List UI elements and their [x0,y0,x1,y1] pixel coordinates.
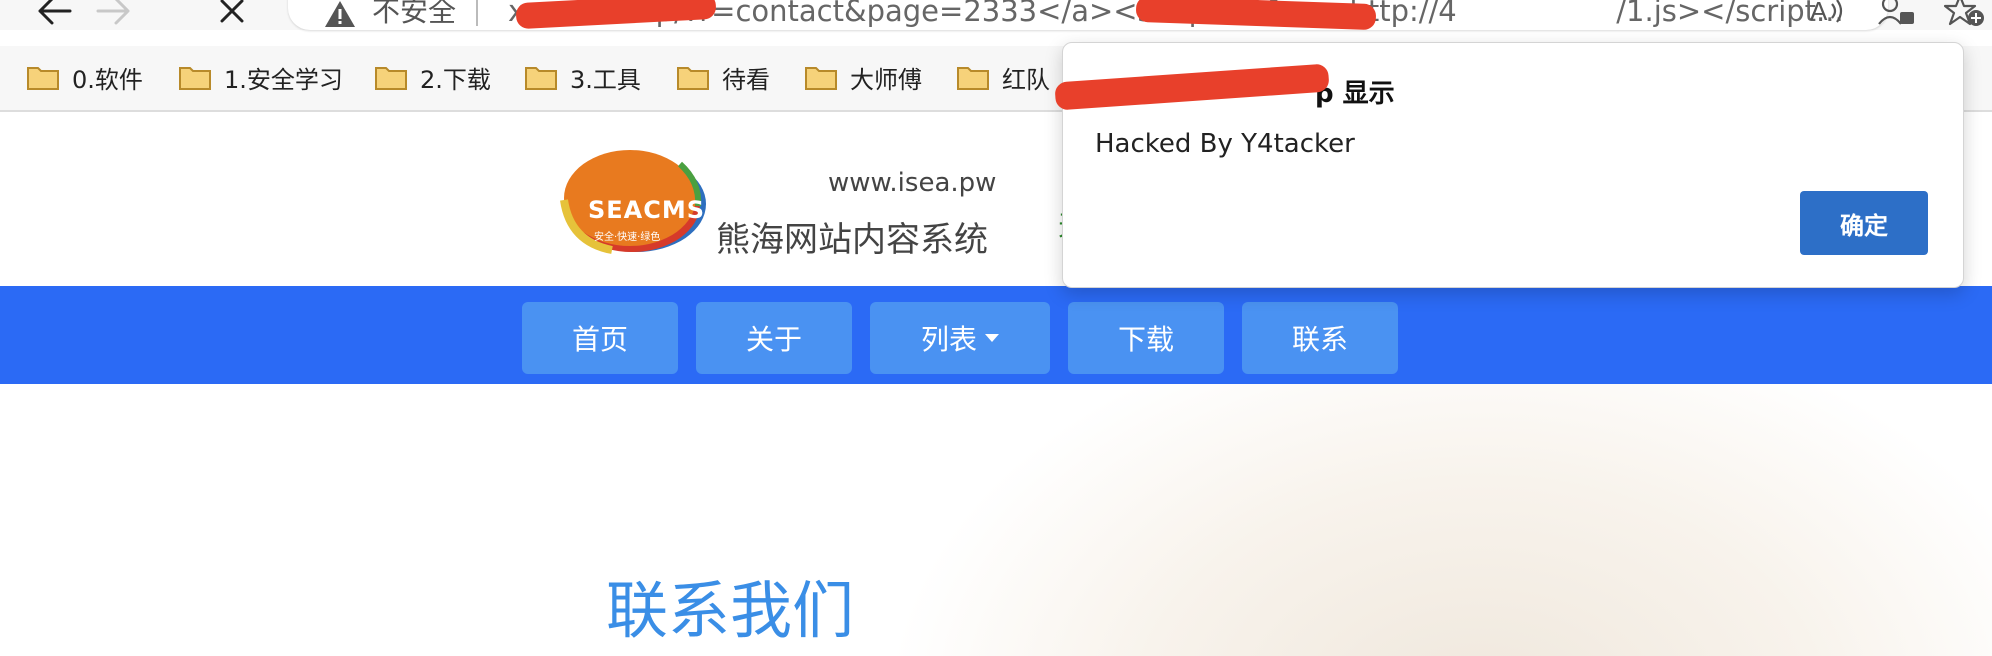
bookmark-label: 0.软件 [72,65,143,94]
bookmark-folder[interactable]: 待看 [676,60,770,94]
nav-list-dropdown[interactable]: 列表 [870,302,1050,374]
bookmark-folder[interactable]: 1.安全学习 [178,60,343,94]
site-name: 熊海网站内容系统 [716,220,988,260]
bookmark-label: 2.下载 [420,65,491,94]
nav-label: 首页 [571,323,628,356]
bookmark-folder[interactable]: 2.下载 [374,60,491,94]
ok-button[interactable]: 确定 [1800,191,1928,255]
insecure-label[interactable]: 不安全 [372,0,456,26]
nav-label: 列表 [920,323,977,356]
nav-label: 下载 [1117,323,1174,356]
folder-icon [375,67,407,90]
profile-button[interactable] [1876,0,1916,32]
page-title: 联系我们 [606,574,855,647]
folder-icon [179,67,211,90]
bookmark-folder[interactable]: 红队 [956,60,1050,94]
nav-download[interactable]: 下载 [1068,302,1224,374]
bookmark-label: 1.安全学习 [224,65,343,94]
folder-icon [525,67,557,90]
address-bar[interactable]: 不安全 x p/?r=contact&page=2333</a><script%… [288,0,1888,32]
forward-button[interactable] [94,0,134,30]
warning-icon [324,0,356,32]
nav-label: 联系 [1291,323,1348,356]
main-nav: 首页 关于 列表 下载 联系 [0,286,1992,384]
caret-down-icon [985,334,999,342]
browser-toolbar: 不安全 x p/?r=contact&page=2333</a><script%… [0,0,1992,32]
svg-text:A: A [1810,0,1828,26]
close-icon [220,0,244,23]
nav-label: 关于 [745,323,802,356]
bookmark-label: 红队 [1002,65,1050,94]
site-url: www.isea.pw [828,168,997,198]
forward-arrow-icon [96,0,130,25]
favorites-button[interactable] [1943,0,1988,32]
folder-icon [27,67,59,90]
bookmark-label: 待看 [722,65,770,94]
bookmark-label: 大师傅 [850,65,922,94]
address-separator [476,0,478,26]
stop-button[interactable] [212,0,252,30]
folder-icon [805,67,837,90]
nav-home[interactable]: 首页 [522,302,678,374]
folder-icon [677,67,709,90]
folder-icon [957,67,989,90]
back-arrow-icon [38,0,72,25]
profile-icon [1878,0,1914,25]
nav-about[interactable]: 关于 [696,302,852,374]
logo-subtext: 安全·快速·绿色 [594,232,661,243]
dialog-message: Hacked By Y4tacker [1095,129,1355,159]
star-add-icon [1943,0,1984,26]
bookmark-folder[interactable]: 3.工具 [524,60,641,94]
content-area: 联系我们 [0,384,1992,656]
bookmark-folder[interactable]: 大师傅 [804,60,922,94]
nav-contact[interactable]: 联系 [1242,302,1398,374]
read-aloud-button[interactable]: A [1808,0,1848,32]
bookmark-folder[interactable]: 0.软件 [26,60,143,94]
bookmark-label: 3.工具 [570,65,641,94]
logo-text: SEACMS [588,196,706,224]
back-button[interactable] [34,0,74,30]
alert-dialog: p 显示 Hacked By Y4tacker 确定 [1054,42,1964,288]
read-aloud-icon: A [1810,0,1843,26]
